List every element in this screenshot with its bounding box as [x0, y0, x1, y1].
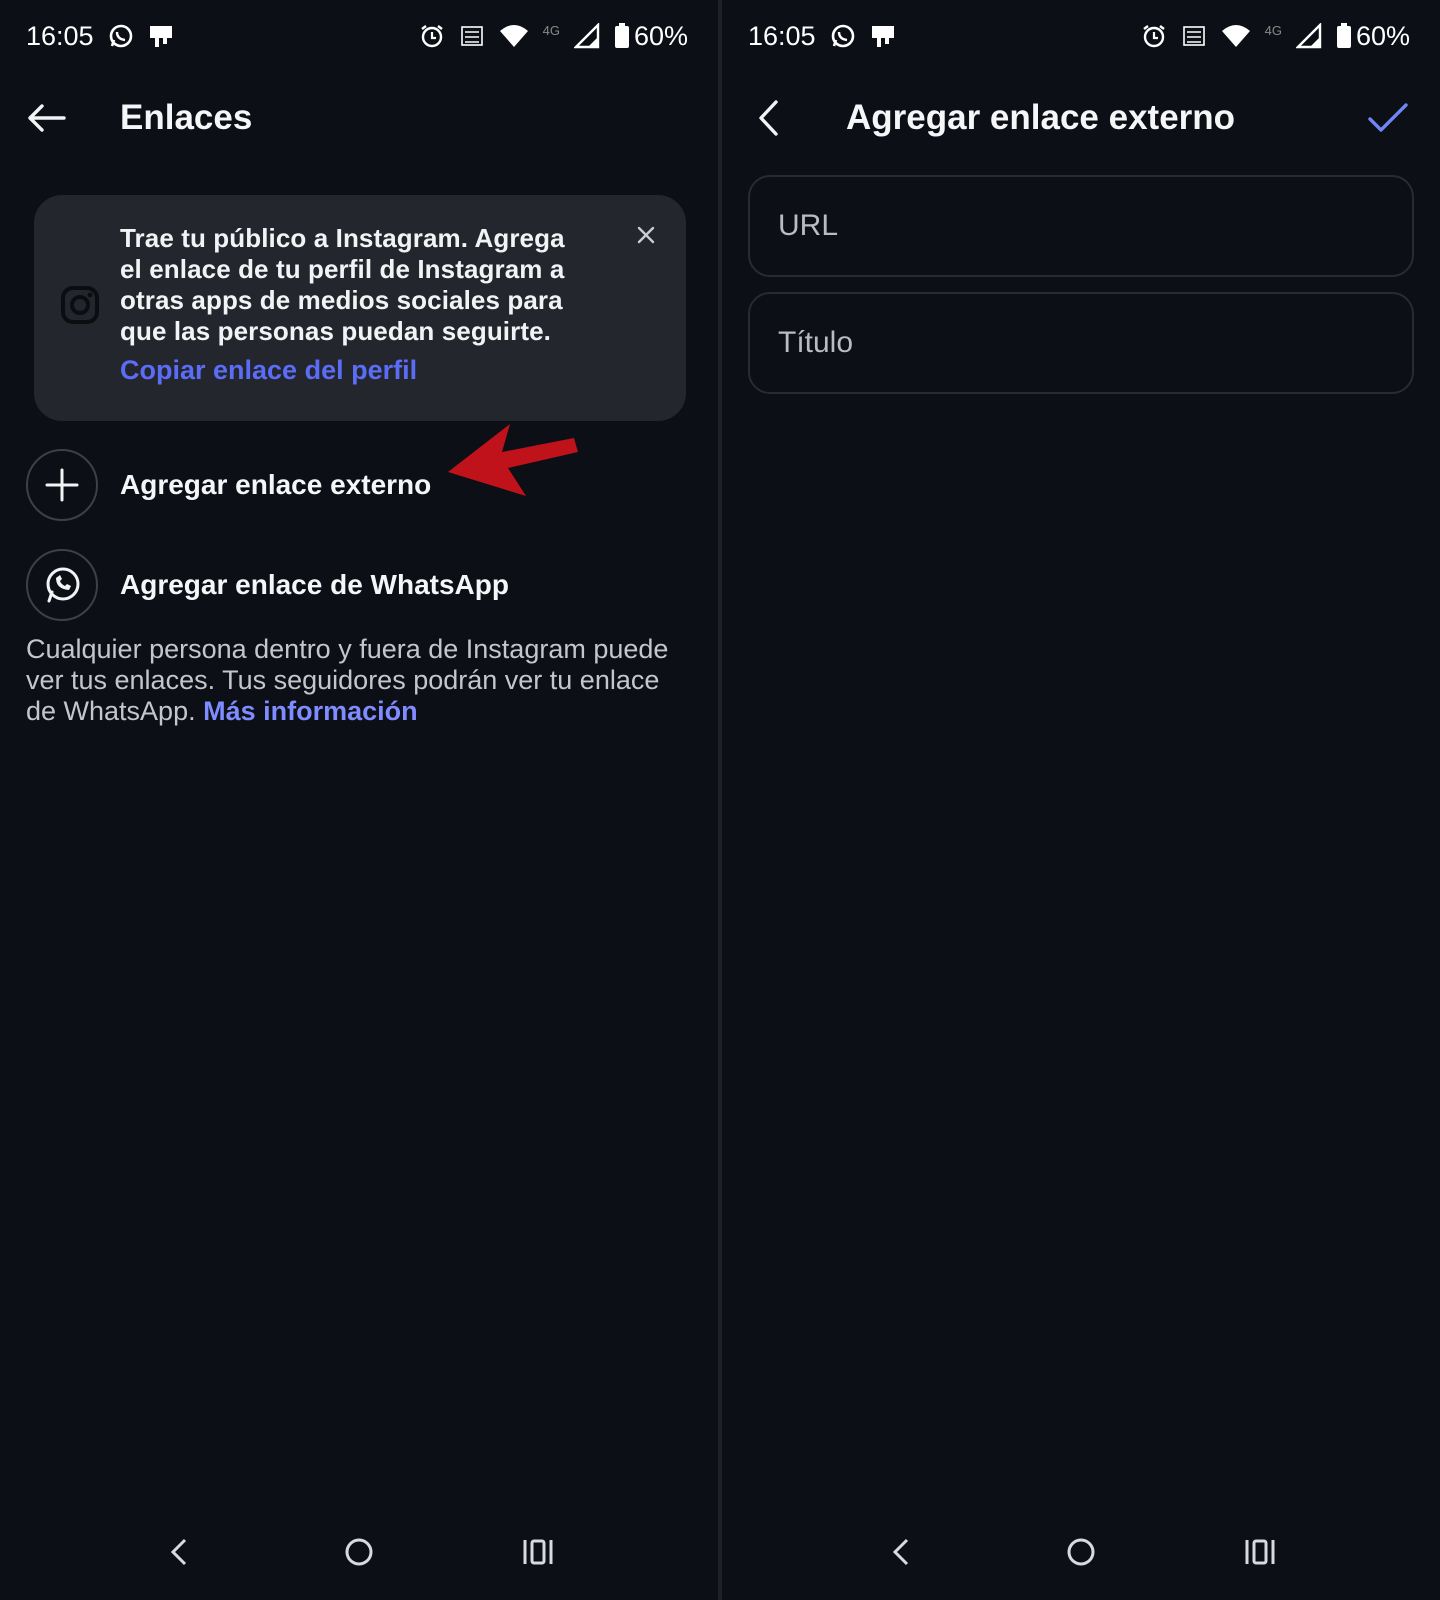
title-input[interactable]	[776, 325, 1386, 361]
signal-icon	[1295, 23, 1322, 49]
links-info: Cualquier persona dentro y fuera de Inst…	[26, 634, 676, 727]
home-circle-icon	[1067, 1538, 1095, 1566]
more-info-link[interactable]: Más información	[203, 696, 418, 726]
system-nav-bar	[0, 1520, 718, 1584]
battery-level: 60%	[1355, 20, 1410, 51]
checkmark-icon	[1368, 103, 1408, 132]
nav-home-button[interactable]	[1049, 1520, 1113, 1584]
nav-recents-button[interactable]	[1228, 1520, 1292, 1584]
annotation-arrow-icon	[448, 424, 578, 496]
alarm-icon	[1141, 23, 1167, 49]
app-header: Agregar enlace externo	[722, 86, 1440, 150]
close-icon	[637, 226, 655, 244]
wifi-icon	[1221, 23, 1251, 49]
wifi-icon	[499, 23, 529, 49]
status-bar: 16:05 4G 60%	[26, 16, 688, 56]
chevron-left-icon	[892, 1538, 908, 1566]
page-title: Agregar enlace externo	[846, 98, 1236, 137]
app-header: Enlaces	[0, 86, 718, 150]
volte-icon	[459, 23, 485, 49]
network-type-label: 4G	[542, 22, 560, 38]
battery-indicator: 60%	[614, 21, 688, 52]
page-title: Enlaces	[120, 98, 253, 137]
app-notification-icon	[148, 23, 174, 49]
chevron-left-icon	[759, 100, 778, 136]
home-circle-icon	[345, 1538, 373, 1566]
back-button[interactable]	[736, 86, 800, 150]
status-time: 16:05	[26, 20, 94, 51]
screenshot-composite: 16:05 4G 60% Enlaces Trae tu público a I…	[0, 0, 1440, 1600]
url-field[interactable]	[748, 175, 1414, 277]
close-promo-button[interactable]	[628, 217, 664, 253]
app-notification-icon	[870, 23, 896, 49]
alarm-icon	[419, 23, 445, 49]
nav-recents-button[interactable]	[506, 1520, 570, 1584]
recents-icon	[1245, 1539, 1275, 1565]
promo-message: Trae tu público a Instagram. Agrega el e…	[120, 223, 565, 346]
nav-home-button[interactable]	[327, 1520, 391, 1584]
nav-back-button[interactable]	[148, 1520, 212, 1584]
add-whatsapp-link-label: Agregar enlace de WhatsApp	[120, 569, 509, 600]
back-button[interactable]	[14, 86, 78, 150]
whatsapp-notification-icon	[830, 23, 856, 49]
copy-profile-link[interactable]: Copiar enlace del perfil	[120, 355, 417, 386]
url-input[interactable]	[776, 208, 1386, 244]
battery-level: 60%	[633, 20, 688, 51]
system-nav-bar	[722, 1520, 1440, 1584]
volte-icon	[1181, 23, 1207, 49]
links-screen: 16:05 4G 60% Enlaces Trae tu público a I…	[0, 0, 718, 1600]
plus-icon	[26, 449, 98, 521]
confirm-button[interactable]	[1356, 86, 1420, 150]
add-external-link-screen: 16:05 4G 60% Agregar enlace externo URL …	[722, 0, 1440, 1600]
status-bar: 16:05 4G 60%	[748, 16, 1410, 56]
chevron-left-icon	[170, 1538, 186, 1566]
recents-icon	[523, 1539, 553, 1565]
whatsapp-icon	[26, 549, 98, 621]
promo-card: Trae tu público a Instagram. Agrega el e…	[34, 195, 686, 421]
instagram-icon	[60, 285, 100, 325]
whatsapp-notification-icon	[108, 23, 134, 49]
network-type-label: 4G	[1264, 22, 1282, 38]
signal-icon	[573, 23, 600, 49]
add-external-link-label: Agregar enlace externo	[120, 469, 432, 500]
nav-back-button[interactable]	[870, 1520, 934, 1584]
add-whatsapp-link-item[interactable]: Agregar enlace de WhatsApp	[26, 548, 509, 622]
title-field[interactable]	[748, 292, 1414, 394]
arrow-left-icon	[28, 104, 66, 132]
status-time: 16:05	[748, 20, 816, 51]
add-external-link-item[interactable]: Agregar enlace externo	[26, 448, 431, 522]
battery-indicator: 60%	[1336, 21, 1410, 52]
